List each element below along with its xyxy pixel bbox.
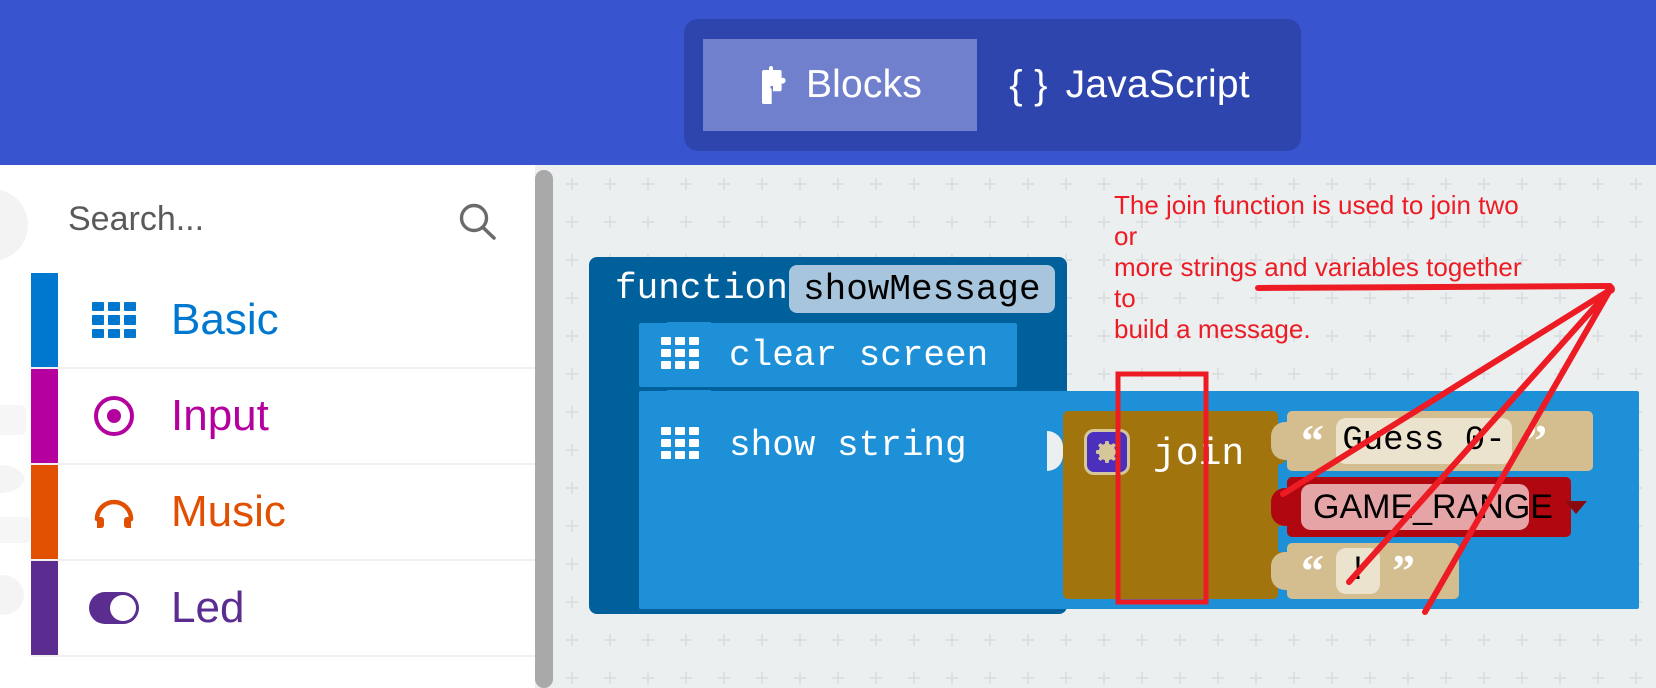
close-quote-icon: ”	[1524, 415, 1547, 466]
block-clear-screen[interactable]: clear screen	[639, 322, 1017, 387]
block-label: show string	[729, 425, 967, 466]
join-label: join	[1153, 433, 1245, 476]
function-keyword-label: function	[615, 268, 788, 309]
block-join[interactable]: join	[1063, 411, 1288, 599]
variable-name-label: GAME_RANGE	[1313, 487, 1553, 526]
chevron-down-icon[interactable]	[1564, 500, 1587, 514]
function-definition-block[interactable]: function showMessage clear screen show s…	[589, 257, 1639, 614]
simulator-control-shape	[0, 517, 30, 543]
editor-mode-tabs: Blocks { } JavaScript	[684, 19, 1301, 151]
tab-blocks-label: Blocks	[805, 63, 923, 106]
toolbox-category-label: Music	[171, 487, 286, 536]
toolbox-category-label: Input	[171, 391, 269, 440]
category-color-bar	[31, 273, 58, 367]
category-color-bar	[31, 369, 58, 463]
toolbox-search-row	[31, 165, 535, 273]
tab-javascript[interactable]: { } JavaScript	[977, 39, 1282, 131]
variable-dropdown-field[interactable]: GAME_RANGE	[1301, 484, 1587, 530]
toolbox-category-label: Led	[171, 583, 245, 632]
grid-icon	[88, 294, 140, 346]
grid-icon	[661, 337, 699, 369]
block-string-literal[interactable]: “ Guess 0- ”	[1271, 411, 1593, 471]
toolbox-scrollbar-thumb[interactable]	[535, 170, 553, 688]
open-quote-icon: “	[1301, 415, 1324, 466]
target-icon	[88, 390, 140, 442]
toolbox-category-label: Basic	[171, 295, 279, 344]
puzzle-icon	[758, 66, 788, 104]
string-value-field[interactable]: Guess 0-	[1336, 418, 1512, 464]
function-name-field[interactable]: showMessage	[789, 265, 1055, 313]
simulator-control-shape	[0, 405, 26, 435]
simulator-control-shape	[0, 575, 24, 615]
annotation-note: The join function is used to join two or…	[1114, 190, 1522, 344]
tab-javascript-label: JavaScript	[1065, 63, 1250, 106]
block-notch	[667, 390, 711, 399]
tab-blocks[interactable]: Blocks	[703, 39, 977, 131]
simulator-panel-edge	[0, 165, 31, 688]
toolbox-category-led[interactable]: Led	[31, 561, 535, 657]
toolbox-scrollbar[interactable]	[535, 165, 553, 688]
search-icon[interactable]	[455, 200, 499, 244]
block-string-literal[interactable]: “ ! ”	[1271, 543, 1459, 599]
grid-icon	[661, 427, 699, 459]
braces-icon: { }	[1009, 63, 1048, 107]
string-value-field[interactable]: !	[1336, 548, 1380, 594]
toolbox-panel: Basic Input Music	[31, 165, 535, 688]
close-quote-icon: ”	[1392, 545, 1415, 596]
arg-connector-tab	[1271, 552, 1288, 590]
toolbox-category-input[interactable]: Input	[31, 369, 535, 465]
headphones-icon	[88, 486, 140, 538]
search-input[interactable]	[68, 191, 438, 247]
toolbox-category-music[interactable]: Music	[31, 465, 535, 561]
block-variable-getter[interactable]: GAME_RANGE	[1271, 477, 1587, 537]
value-socket	[1047, 431, 1063, 471]
toolbox-category-basic[interactable]: Basic	[31, 273, 535, 369]
block-notch	[667, 322, 711, 331]
simulator-control-shape	[0, 465, 24, 493]
open-quote-icon: “	[1301, 545, 1324, 596]
toggle-icon	[88, 582, 140, 634]
gear-icon[interactable]	[1084, 429, 1130, 475]
block-show-string[interactable]: show string join “ Guess 0- ” GAME_RANGE…	[639, 390, 1639, 609]
simulator-device-shape	[0, 189, 28, 261]
arg-connector-tab	[1271, 422, 1288, 460]
app-header: Blocks { } JavaScript	[0, 0, 1656, 165]
category-color-bar	[31, 465, 58, 559]
arg-connector-tab	[1271, 488, 1288, 526]
category-color-bar	[31, 561, 58, 655]
block-label: clear screen	[729, 335, 989, 376]
